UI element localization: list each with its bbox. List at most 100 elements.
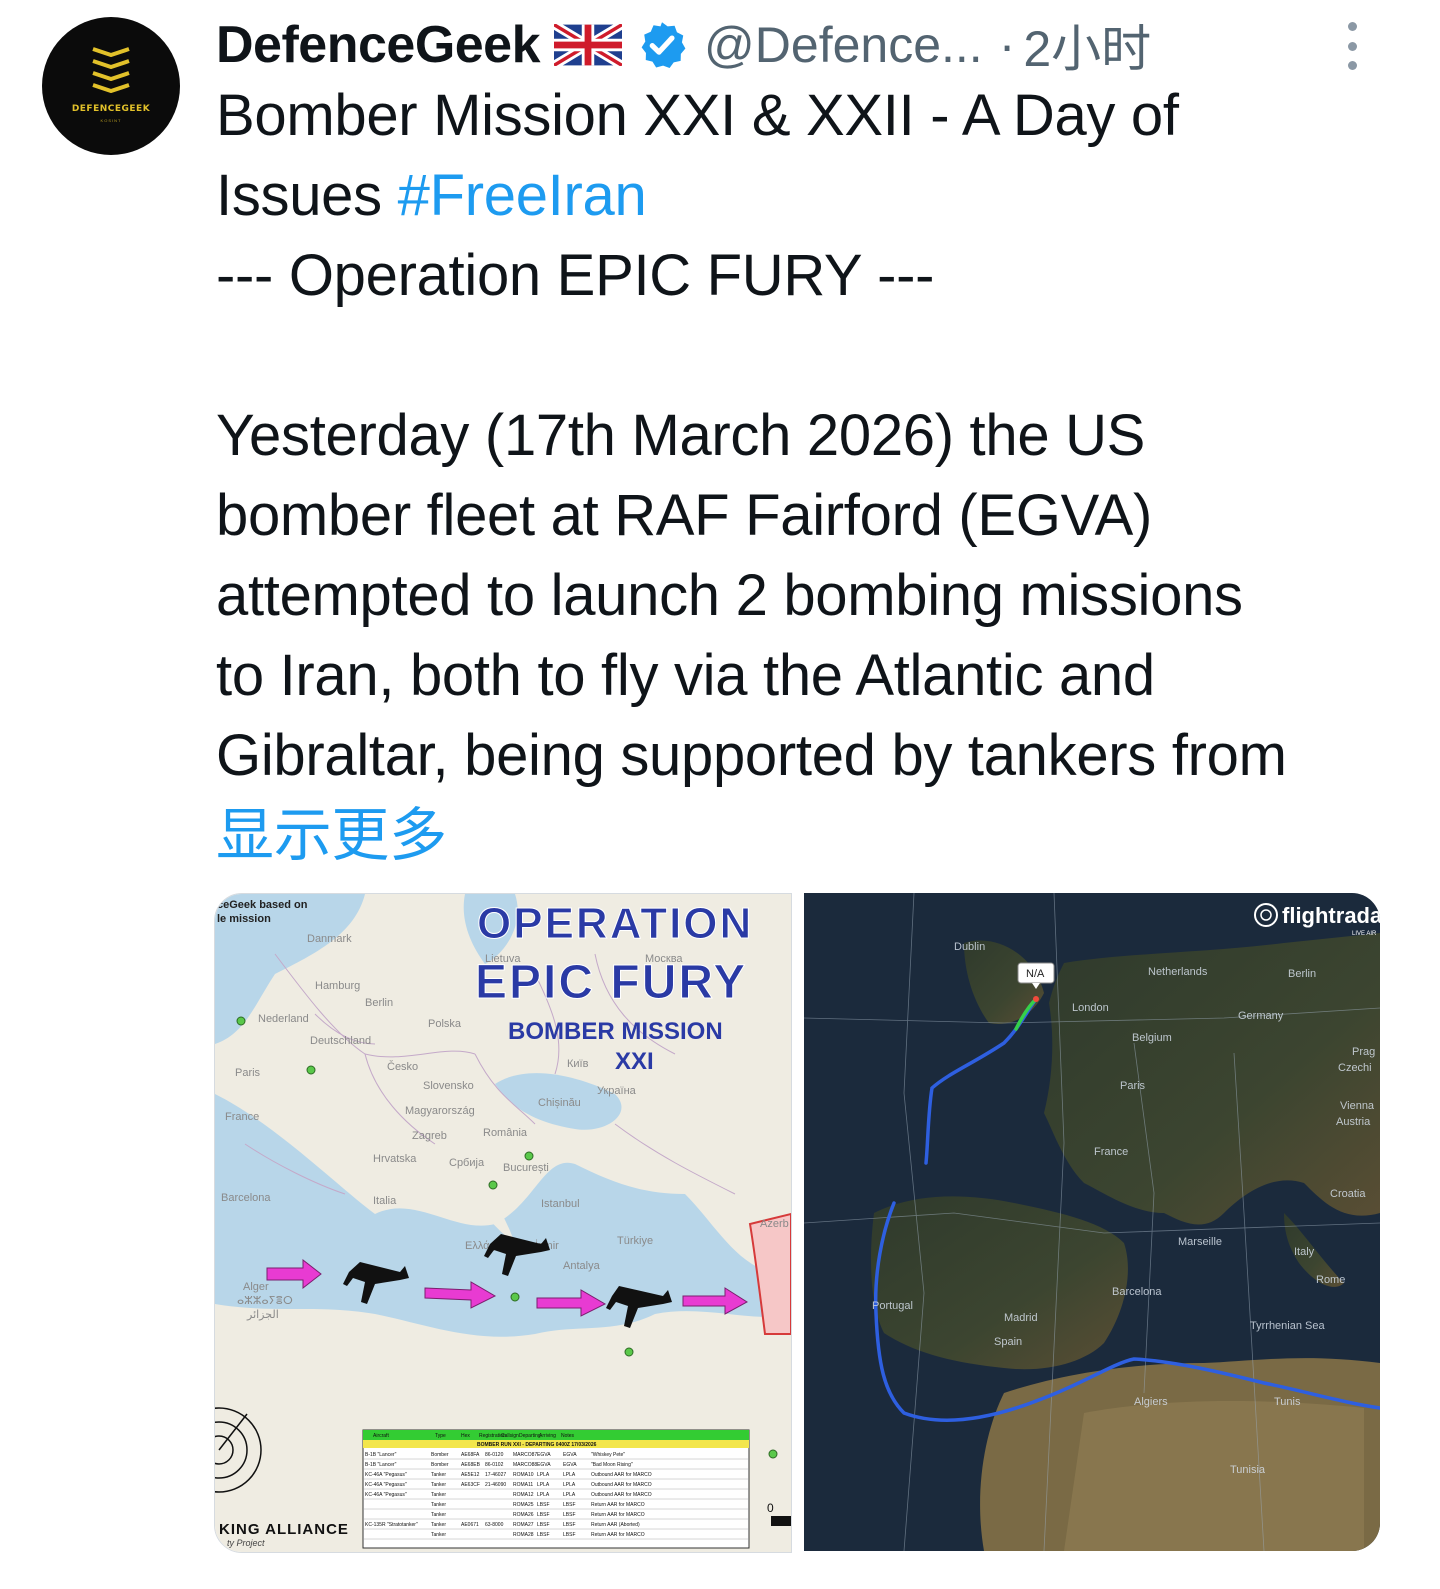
table-cell: Tanker [431, 1512, 446, 1518]
map-label: Zagreb [412, 1130, 447, 1142]
more-dot [1347, 41, 1357, 51]
table-cell: EGVA [563, 1452, 577, 1458]
table-cell: Return AAR for MARCO [591, 1532, 645, 1538]
operation-title: OPERATION [477, 899, 753, 948]
table-cell: 86-0102 [485, 1462, 504, 1468]
table-cell: Return AAR for MARCO [591, 1512, 645, 1518]
map-label: Alger [243, 1281, 269, 1293]
table-cell: Tanker [431, 1492, 446, 1498]
map-label: Türkiye [617, 1235, 653, 1247]
map-label: Italia [373, 1195, 397, 1207]
hashtag-link[interactable]: #FreeIran [398, 163, 647, 228]
more-dot [1347, 61, 1357, 70]
table-cell: AE68EB [461, 1462, 481, 1468]
chevron-logo-icon [92, 47, 130, 57]
map-label: Rome [1316, 1274, 1345, 1286]
table-cell: 21-46090 [485, 1482, 506, 1488]
table-cell: AE0671 [461, 1522, 479, 1528]
table-cell: Bomber [431, 1462, 449, 1468]
brand-label: KING ALLIANCE [219, 1521, 349, 1538]
table-cell: Tanker [431, 1472, 446, 1478]
table-cell: Outbound AAR for MARCO [591, 1492, 652, 1498]
media-image-operation-map[interactable]: Danmark Hamburg Berlin Nederland Deutsch… [214, 893, 792, 1553]
table-cell: LBSF [563, 1532, 576, 1538]
table-cell: LPLA [537, 1482, 550, 1488]
map-label: Berlin [1288, 968, 1316, 980]
map-label: Azerb [760, 1218, 789, 1230]
map-label: Portugal [872, 1300, 913, 1312]
operation-title: EPIC FURY [475, 956, 747, 1009]
table-cell: Tanker [431, 1482, 446, 1488]
table-cell: ROMA10 [513, 1472, 534, 1478]
avatar[interactable]: DEFENCEGEEK KOSINT [42, 17, 180, 155]
separator-dot: · [998, 17, 1016, 73]
tweet-line: to Iran, both to fly via the Atlantic an… [216, 643, 1155, 708]
verified-badge-icon [641, 22, 686, 68]
corner-note: ceGeek based on [217, 899, 308, 911]
table-header-cell: Type [435, 1433, 446, 1439]
table-cell: ROMA25 [513, 1502, 534, 1508]
tweet-line: attempted to launch 2 bombing missions [216, 563, 1243, 628]
timestamp[interactable]: 2小时 [1023, 9, 1151, 81]
table-cell: Tanker [431, 1522, 446, 1528]
tweet-text: Bomber Mission XXI & XXII - A Day of Iss… [216, 76, 1406, 876]
map-label: Barcelona [221, 1192, 271, 1204]
operation-map-graphic: Danmark Hamburg Berlin Nederland Deutsch… [215, 894, 791, 1552]
table-cell: KC-46A "Pegasus" [365, 1482, 407, 1488]
avatar-wordmark: DEFENCEGEEK [71, 104, 151, 114]
table-cell: 86-0120 [485, 1452, 504, 1458]
table-cell: LBSF [537, 1522, 550, 1528]
map-label: Nederland [258, 1013, 309, 1025]
table-cell: 63-8000 [485, 1522, 504, 1528]
table-cell: ROMA11 [513, 1482, 533, 1488]
table-cell: EGVA [563, 1462, 577, 1468]
edge-number: 0 [767, 1501, 774, 1515]
map-label: Paris [235, 1067, 261, 1079]
table-cell: "Bad Moon Rising" [591, 1462, 633, 1468]
table-cell: KC-46A "Pegasus" [365, 1492, 407, 1498]
table-header-cell: Hex [461, 1433, 470, 1439]
flightradar-brand: flightrada [1282, 903, 1380, 928]
tweet-line: --- Operation EPIC FURY --- [216, 243, 935, 308]
table-cell: ROMA26 [513, 1512, 534, 1518]
table-cell: LBSF [563, 1512, 576, 1518]
table-cell: LPLA [537, 1472, 550, 1478]
media-image-flightradar[interactable]: N/A Dublin Netherlands Berlin Germany Lo… [804, 893, 1380, 1551]
map-label: Berlin [365, 997, 393, 1009]
map-label: Hamburg [315, 980, 360, 992]
map-label: România [483, 1127, 528, 1139]
table-header-cell: Callsign [501, 1433, 519, 1439]
map-label: Србија [449, 1157, 485, 1169]
mission-subtitle: XXI [615, 1048, 654, 1075]
table-cell: ROMA12 [513, 1492, 534, 1498]
map-label: Tunis [1274, 1396, 1301, 1408]
map-label: Prag [1352, 1046, 1375, 1058]
table-cell: KC-46A "Pegasus" [365, 1472, 407, 1478]
map-label: London [1072, 1002, 1109, 1014]
mission-table: Aircraft Type Hex RegistrationCallsign Depar… [362, 1429, 750, 1549]
table-cell: Outbound AAR for MARCO [591, 1482, 652, 1488]
table-cell: EGVA [537, 1452, 551, 1458]
table-cell: LPLA [563, 1472, 576, 1478]
map-label: Istanbul [541, 1198, 580, 1210]
table-header-cell: Arriving [539, 1433, 556, 1439]
map-label: Danmark [307, 933, 352, 945]
display-name[interactable]: DefenceGeek [216, 15, 541, 75]
uk-flag-icon [554, 24, 623, 66]
show-more-link[interactable]: 显示更多 [216, 796, 1406, 876]
tweet: DEFENCEGEEK KOSINT DefenceGeek @Defence.… [0, 0, 1440, 1589]
table-cell: Bomber [431, 1452, 449, 1458]
more-vertical-icon[interactable] [1340, 22, 1364, 70]
chevron-logo-icon [92, 83, 130, 93]
mission-subtitle: BOMBER MISSION [508, 1018, 723, 1045]
map-label: Madrid [1004, 1312, 1038, 1324]
brand-sublabel: ty Project [227, 1538, 265, 1548]
table-cell: LBSF [537, 1532, 550, 1538]
map-label: Paris [1120, 1080, 1146, 1092]
table-cell: B-1B "Lancer" [365, 1462, 397, 1468]
map-label: Germany [1238, 1010, 1284, 1022]
table-cell: ROMA28 [513, 1532, 534, 1538]
map-label: Croatia [1330, 1188, 1366, 1200]
map-label: Chișinău [538, 1097, 581, 1109]
handle[interactable]: @Defence... [704, 16, 983, 74]
